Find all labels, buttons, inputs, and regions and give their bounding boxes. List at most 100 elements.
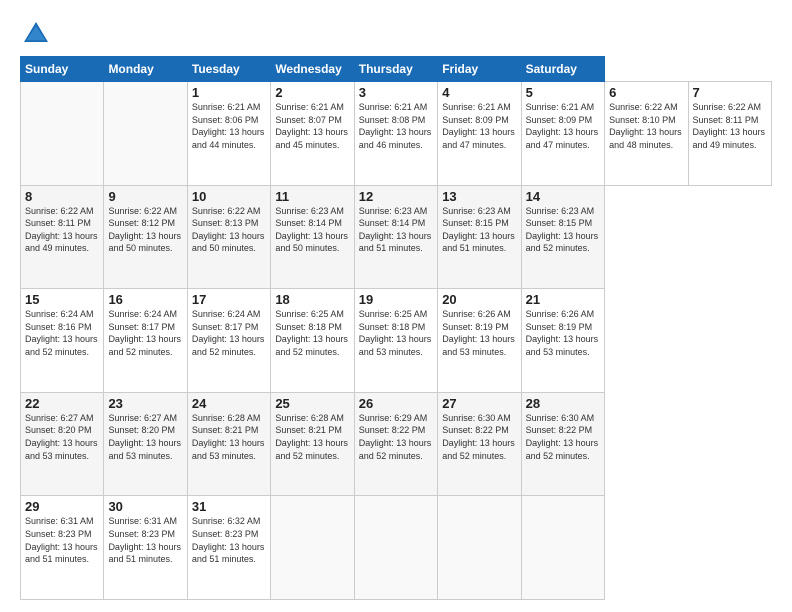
day-header-tuesday: Tuesday	[187, 57, 270, 82]
day-number: 20	[442, 292, 516, 307]
calendar-cell	[521, 496, 604, 600]
calendar-cell: 4Sunrise: 6:21 AMSunset: 8:09 PMDaylight…	[438, 82, 521, 186]
calendar-body: 1Sunrise: 6:21 AMSunset: 8:06 PMDaylight…	[21, 82, 772, 600]
calendar-cell: 23Sunrise: 6:27 AMSunset: 8:20 PMDayligh…	[104, 392, 187, 496]
calendar-cell: 3Sunrise: 6:21 AMSunset: 8:08 PMDaylight…	[354, 82, 437, 186]
calendar-cell: 19Sunrise: 6:25 AMSunset: 8:18 PMDayligh…	[354, 289, 437, 393]
calendar-cell: 24Sunrise: 6:28 AMSunset: 8:21 PMDayligh…	[187, 392, 270, 496]
day-info: Sunrise: 6:23 AMSunset: 8:15 PMDaylight:…	[442, 205, 516, 255]
calendar-cell: 9Sunrise: 6:22 AMSunset: 8:12 PMDaylight…	[104, 185, 187, 289]
header-row: SundayMondayTuesdayWednesdayThursdayFrid…	[21, 57, 772, 82]
day-number: 17	[192, 292, 266, 307]
calendar-cell: 25Sunrise: 6:28 AMSunset: 8:21 PMDayligh…	[271, 392, 354, 496]
day-info: Sunrise: 6:21 AMSunset: 8:06 PMDaylight:…	[192, 101, 266, 151]
calendar-cell: 13Sunrise: 6:23 AMSunset: 8:15 PMDayligh…	[438, 185, 521, 289]
day-info: Sunrise: 6:28 AMSunset: 8:21 PMDaylight:…	[275, 412, 349, 462]
day-number: 21	[526, 292, 600, 307]
day-number: 31	[192, 499, 266, 514]
page: SundayMondayTuesdayWednesdayThursdayFrid…	[0, 0, 792, 612]
day-info: Sunrise: 6:27 AMSunset: 8:20 PMDaylight:…	[25, 412, 99, 462]
day-info: Sunrise: 6:30 AMSunset: 8:22 PMDaylight:…	[442, 412, 516, 462]
day-number: 24	[192, 396, 266, 411]
day-number: 1	[192, 85, 266, 100]
day-info: Sunrise: 6:28 AMSunset: 8:21 PMDaylight:…	[192, 412, 266, 462]
header	[20, 18, 772, 50]
calendar-cell: 10Sunrise: 6:22 AMSunset: 8:13 PMDayligh…	[187, 185, 270, 289]
day-number: 30	[108, 499, 182, 514]
day-number: 15	[25, 292, 99, 307]
calendar-cell: 12Sunrise: 6:23 AMSunset: 8:14 PMDayligh…	[354, 185, 437, 289]
calendar-cell: 20Sunrise: 6:26 AMSunset: 8:19 PMDayligh…	[438, 289, 521, 393]
day-number: 29	[25, 499, 99, 514]
day-number: 3	[359, 85, 433, 100]
day-info: Sunrise: 6:22 AMSunset: 8:13 PMDaylight:…	[192, 205, 266, 255]
week-row-4: 22Sunrise: 6:27 AMSunset: 8:20 PMDayligh…	[21, 392, 772, 496]
day-info: Sunrise: 6:24 AMSunset: 8:17 PMDaylight:…	[192, 308, 266, 358]
day-info: Sunrise: 6:30 AMSunset: 8:22 PMDaylight:…	[526, 412, 600, 462]
day-header-monday: Monday	[104, 57, 187, 82]
week-row-2: 8Sunrise: 6:22 AMSunset: 8:11 PMDaylight…	[21, 185, 772, 289]
day-info: Sunrise: 6:32 AMSunset: 8:23 PMDaylight:…	[192, 515, 266, 565]
calendar-cell: 31Sunrise: 6:32 AMSunset: 8:23 PMDayligh…	[187, 496, 270, 600]
day-info: Sunrise: 6:25 AMSunset: 8:18 PMDaylight:…	[275, 308, 349, 358]
calendar-cell: 29Sunrise: 6:31 AMSunset: 8:23 PMDayligh…	[21, 496, 104, 600]
day-info: Sunrise: 6:27 AMSunset: 8:20 PMDaylight:…	[108, 412, 182, 462]
week-row-3: 15Sunrise: 6:24 AMSunset: 8:16 PMDayligh…	[21, 289, 772, 393]
day-number: 22	[25, 396, 99, 411]
calendar-cell: 2Sunrise: 6:21 AMSunset: 8:07 PMDaylight…	[271, 82, 354, 186]
day-header-saturday: Saturday	[521, 57, 604, 82]
day-number: 28	[526, 396, 600, 411]
day-info: Sunrise: 6:22 AMSunset: 8:12 PMDaylight:…	[108, 205, 182, 255]
calendar-cell: 5Sunrise: 6:21 AMSunset: 8:09 PMDaylight…	[521, 82, 604, 186]
calendar-cell: 22Sunrise: 6:27 AMSunset: 8:20 PMDayligh…	[21, 392, 104, 496]
day-info: Sunrise: 6:21 AMSunset: 8:08 PMDaylight:…	[359, 101, 433, 151]
day-info: Sunrise: 6:21 AMSunset: 8:09 PMDaylight:…	[442, 101, 516, 151]
logo-icon	[20, 18, 52, 50]
day-number: 7	[693, 85, 768, 100]
day-header-thursday: Thursday	[354, 57, 437, 82]
day-info: Sunrise: 6:25 AMSunset: 8:18 PMDaylight:…	[359, 308, 433, 358]
logo	[20, 18, 56, 50]
day-info: Sunrise: 6:26 AMSunset: 8:19 PMDaylight:…	[442, 308, 516, 358]
calendar-cell: 17Sunrise: 6:24 AMSunset: 8:17 PMDayligh…	[187, 289, 270, 393]
day-info: Sunrise: 6:23 AMSunset: 8:14 PMDaylight:…	[359, 205, 433, 255]
calendar-cell	[21, 82, 104, 186]
day-info: Sunrise: 6:22 AMSunset: 8:11 PMDaylight:…	[25, 205, 99, 255]
day-info: Sunrise: 6:24 AMSunset: 8:17 PMDaylight:…	[108, 308, 182, 358]
calendar-cell	[271, 496, 354, 600]
calendar-cell	[354, 496, 437, 600]
day-info: Sunrise: 6:31 AMSunset: 8:23 PMDaylight:…	[25, 515, 99, 565]
calendar-cell: 8Sunrise: 6:22 AMSunset: 8:11 PMDaylight…	[21, 185, 104, 289]
calendar-table: SundayMondayTuesdayWednesdayThursdayFrid…	[20, 56, 772, 600]
day-number: 13	[442, 189, 516, 204]
day-number: 6	[609, 85, 683, 100]
calendar-cell: 30Sunrise: 6:31 AMSunset: 8:23 PMDayligh…	[104, 496, 187, 600]
day-info: Sunrise: 6:22 AMSunset: 8:11 PMDaylight:…	[693, 101, 768, 151]
calendar-cell	[104, 82, 187, 186]
day-header-wednesday: Wednesday	[271, 57, 354, 82]
day-info: Sunrise: 6:23 AMSunset: 8:14 PMDaylight:…	[275, 205, 349, 255]
day-number: 19	[359, 292, 433, 307]
day-number: 9	[108, 189, 182, 204]
day-number: 16	[108, 292, 182, 307]
calendar-cell: 26Sunrise: 6:29 AMSunset: 8:22 PMDayligh…	[354, 392, 437, 496]
day-info: Sunrise: 6:24 AMSunset: 8:16 PMDaylight:…	[25, 308, 99, 358]
day-number: 11	[275, 189, 349, 204]
calendar-cell	[438, 496, 521, 600]
calendar-cell: 27Sunrise: 6:30 AMSunset: 8:22 PMDayligh…	[438, 392, 521, 496]
calendar-cell: 15Sunrise: 6:24 AMSunset: 8:16 PMDayligh…	[21, 289, 104, 393]
calendar-cell: 7Sunrise: 6:22 AMSunset: 8:11 PMDaylight…	[688, 82, 772, 186]
day-number: 12	[359, 189, 433, 204]
day-number: 27	[442, 396, 516, 411]
calendar-cell: 28Sunrise: 6:30 AMSunset: 8:22 PMDayligh…	[521, 392, 604, 496]
day-info: Sunrise: 6:26 AMSunset: 8:19 PMDaylight:…	[526, 308, 600, 358]
calendar-cell: 16Sunrise: 6:24 AMSunset: 8:17 PMDayligh…	[104, 289, 187, 393]
day-number: 14	[526, 189, 600, 204]
day-number: 4	[442, 85, 516, 100]
day-info: Sunrise: 6:22 AMSunset: 8:10 PMDaylight:…	[609, 101, 683, 151]
day-info: Sunrise: 6:23 AMSunset: 8:15 PMDaylight:…	[526, 205, 600, 255]
day-number: 8	[25, 189, 99, 204]
day-header-friday: Friday	[438, 57, 521, 82]
calendar-cell: 11Sunrise: 6:23 AMSunset: 8:14 PMDayligh…	[271, 185, 354, 289]
day-number: 2	[275, 85, 349, 100]
